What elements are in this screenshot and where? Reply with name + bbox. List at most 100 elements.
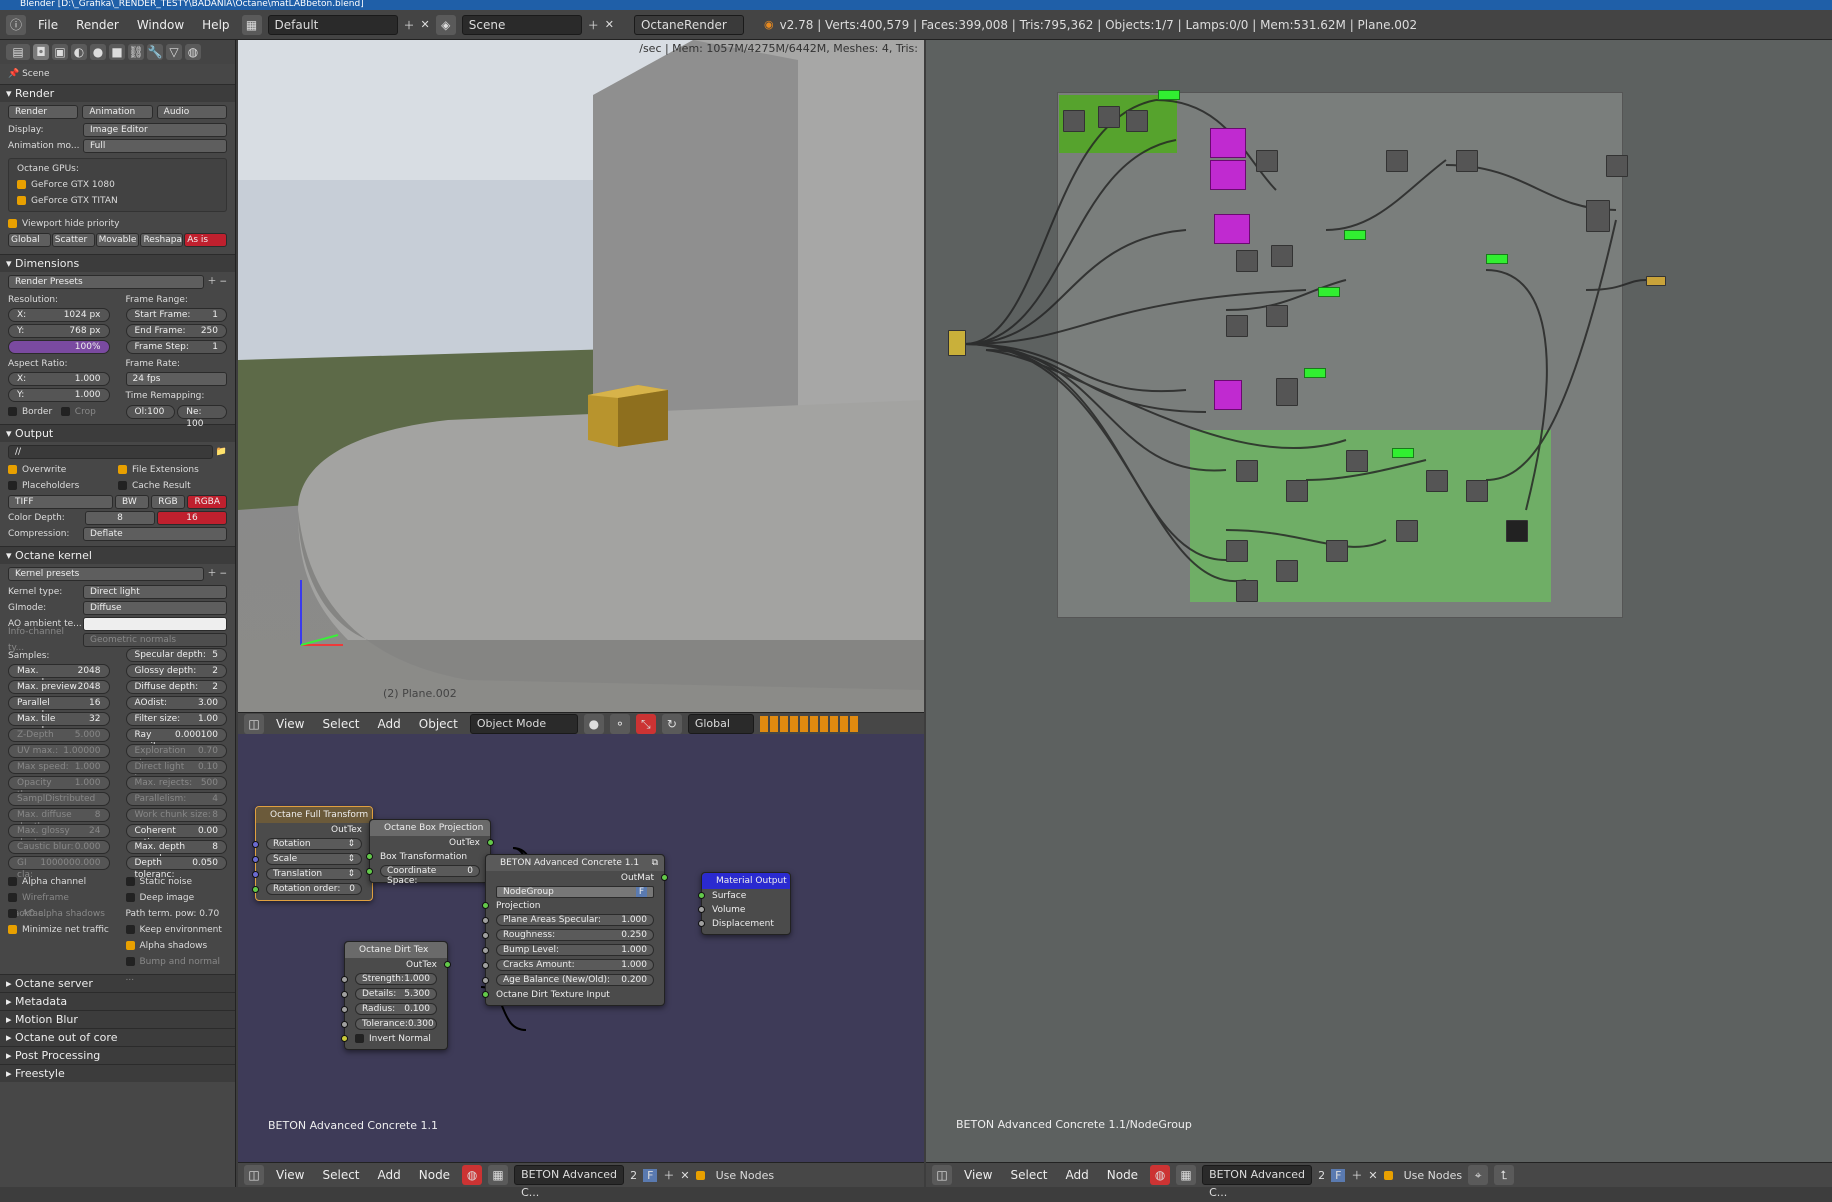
res-x-field[interactable]: X: 1024 px bbox=[8, 308, 110, 322]
unlink-material-icon[interactable]: ✕ bbox=[1368, 1169, 1377, 1182]
rgba-button[interactable]: RGBA bbox=[187, 495, 227, 509]
group-output-node[interactable] bbox=[1646, 276, 1666, 286]
kernel-check-row[interactable]: AO alpha shadows bbox=[0, 906, 118, 922]
node-dirt-tex[interactable]: Octane Dirt Tex OutTex Strength: 1.000 Det… bbox=[341, 941, 451, 1050]
viewport-hide-priority[interactable]: Viewport hide priority bbox=[0, 216, 235, 232]
node-material-output[interactable]: Material Output Surface Volume Displacem… bbox=[698, 872, 791, 935]
kernel-field[interactable]: UV max.: 1.00000 bbox=[8, 744, 110, 758]
priority-reshapable[interactable]: Reshapabl bbox=[140, 233, 184, 247]
add-preset-icon[interactable]: ＋ bbox=[207, 274, 216, 290]
kernel-field[interactable]: Parallel samples:16 bbox=[8, 696, 110, 720]
kernel-check-row[interactable]: Deep image bbox=[118, 890, 236, 906]
constraints-tab-icon[interactable]: ⛓ bbox=[128, 44, 144, 60]
node-full-transform[interactable]: Octane Full Transform OutTex Rotation ⇕ S… bbox=[252, 806, 376, 901]
remove-kernel-preset-icon[interactable]: − bbox=[219, 566, 227, 582]
node-editor-type-icon[interactable]: ◫ bbox=[932, 1165, 952, 1185]
kernel-check-row[interactable]: Keep environment bbox=[118, 922, 236, 938]
green-node-3[interactable] bbox=[1486, 254, 1508, 264]
mini-node[interactable] bbox=[1276, 378, 1298, 406]
dirt-field[interactable]: Details: 5.300 bbox=[355, 988, 437, 1000]
new-material-icon[interactable]: ＋ bbox=[663, 1167, 674, 1183]
rotation-order-field[interactable]: Rotation order: 0 bbox=[266, 883, 362, 895]
remove-preset-icon[interactable]: − bbox=[219, 274, 227, 290]
kernel-checkbox[interactable] bbox=[8, 877, 17, 886]
depth-8-button[interactable]: 8 bbox=[85, 511, 155, 525]
coord-space-field[interactable]: Coordinate Space: 0 bbox=[380, 865, 480, 886]
collapsed-section[interactable]: ▸ Metadata bbox=[0, 992, 235, 1010]
file-extensions-checkbox[interactable] bbox=[118, 465, 127, 474]
manipulator-icon[interactable]: ⤡ bbox=[635, 713, 656, 734]
group-input-node[interactable] bbox=[948, 330, 966, 356]
projection-socket[interactable] bbox=[482, 902, 489, 909]
pin-icon[interactable]: 📌 bbox=[8, 66, 19, 82]
mini-node[interactable] bbox=[1426, 470, 1448, 492]
nl-menu-view[interactable]: View bbox=[270, 1168, 310, 1182]
kernel-check-row[interactable]: Static noise bbox=[118, 874, 236, 890]
kernel-field[interactable]: Diffuse depth: 2 bbox=[125, 680, 227, 694]
scene-selector[interactable]: Scene bbox=[461, 14, 582, 35]
collapsed-section[interactable]: ▸ Octane server bbox=[0, 974, 235, 992]
kernel-type-select[interactable]: Direct light bbox=[83, 585, 227, 599]
gpu-1080[interactable]: GeForce GTX 1080 bbox=[9, 177, 226, 193]
concrete-field[interactable]: Plane Areas Specular: 1.000 bbox=[496, 914, 654, 926]
kernel-field[interactable]: Depth toleranc: 0.050 bbox=[125, 856, 227, 880]
render-button[interactable]: Render bbox=[8, 105, 79, 119]
node-editor-right[interactable]: BETON Advanced Concrete 1.1/NodeGroup bbox=[926, 40, 1832, 1162]
collapsed-section[interactable]: ▸ Octane out of core bbox=[0, 1028, 235, 1046]
material-users-count[interactable]: 2 bbox=[630, 1169, 637, 1182]
node-box-projection[interactable]: Octane Box Projection OutTex Box Transfo… bbox=[366, 819, 494, 886]
render-engine-selector[interactable]: OctaneRender bbox=[633, 14, 744, 35]
placeholders-checkbox[interactable] bbox=[8, 481, 17, 490]
end-frame-field[interactable]: End Frame: 250 bbox=[125, 324, 227, 338]
mini-node[interactable] bbox=[1271, 245, 1293, 267]
input-socket[interactable] bbox=[341, 976, 348, 983]
dirt-input-socket[interactable] bbox=[482, 991, 489, 998]
invert-socket[interactable] bbox=[341, 1035, 348, 1042]
editor-type-icon[interactable]: ▤ bbox=[6, 44, 30, 60]
rotation-socket[interactable] bbox=[252, 841, 259, 848]
frame-step-field[interactable]: Frame Step: 1 bbox=[125, 340, 227, 354]
box-transform-socket[interactable] bbox=[366, 853, 373, 860]
kernel-field[interactable]: Filter size: 1.00 bbox=[125, 712, 227, 726]
anim-select[interactable]: Full bbox=[83, 139, 227, 153]
displacement-socket[interactable] bbox=[698, 920, 705, 927]
out-socket[interactable] bbox=[444, 961, 451, 968]
res-percent-field[interactable]: 100% bbox=[8, 340, 110, 354]
dirt-field[interactable]: Strength: 1.000 bbox=[355, 973, 437, 985]
info-channel-select[interactable]: Geometric normals bbox=[83, 633, 227, 647]
out-socket[interactable] bbox=[661, 874, 668, 881]
mini-node[interactable] bbox=[1063, 110, 1085, 132]
kernel-field[interactable]: Max. diffuse depth:8 bbox=[8, 808, 110, 832]
scale-field[interactable]: Scale ⇕ bbox=[266, 853, 362, 865]
mini-node[interactable] bbox=[1606, 155, 1628, 177]
viewport-hide-checkbox[interactable] bbox=[8, 219, 17, 228]
nl-menu-add[interactable]: Add bbox=[372, 1168, 407, 1182]
scale-socket[interactable] bbox=[252, 856, 259, 863]
use-nodes-checkbox[interactable] bbox=[695, 1170, 705, 1180]
mini-node[interactable] bbox=[1586, 200, 1610, 232]
parent-node-icon[interactable]: ⮤ bbox=[1494, 1165, 1515, 1185]
rotation-field[interactable]: Rotation ⇕ bbox=[266, 838, 362, 850]
kernel-field[interactable]: Max. preview :2048 bbox=[8, 680, 110, 704]
dirt-field[interactable]: Tolerance: 0.300 bbox=[355, 1018, 437, 1030]
render-tab-icon[interactable]: ◘ bbox=[33, 44, 49, 60]
invert-normal-checkbox[interactable] bbox=[355, 1034, 364, 1043]
mini-node[interactable] bbox=[1256, 150, 1278, 172]
use-nodes-checkbox[interactable] bbox=[1383, 1170, 1393, 1180]
translation-field[interactable]: Translation ⇕ bbox=[266, 868, 362, 880]
mini-node[interactable] bbox=[1396, 520, 1418, 542]
out-socket[interactable] bbox=[487, 839, 494, 846]
animation-button[interactable]: Animation bbox=[82, 105, 153, 119]
compression-select[interactable]: Deflate bbox=[83, 527, 227, 541]
ao-texture-field[interactable] bbox=[83, 617, 227, 631]
unlink-material-icon[interactable]: ✕ bbox=[680, 1169, 689, 1182]
kernel-field[interactable]: Max. glossy dept:24 bbox=[8, 824, 110, 848]
collapsed-section[interactable]: ▸ Post Processing bbox=[0, 1046, 235, 1064]
kernel-field[interactable]: GI cla: 1000000.000 bbox=[8, 856, 110, 880]
kernel-field[interactable]: AOdist: 3.00 bbox=[125, 696, 227, 710]
gpu-titan-checkbox[interactable] bbox=[17, 196, 26, 205]
vp-menu-object[interactable]: Object bbox=[413, 717, 464, 731]
kernel-check-row[interactable]: Bump and normal ... bbox=[118, 954, 236, 983]
add-kernel-preset-icon[interactable]: ＋ bbox=[207, 566, 216, 582]
surface-socket[interactable] bbox=[698, 892, 705, 899]
